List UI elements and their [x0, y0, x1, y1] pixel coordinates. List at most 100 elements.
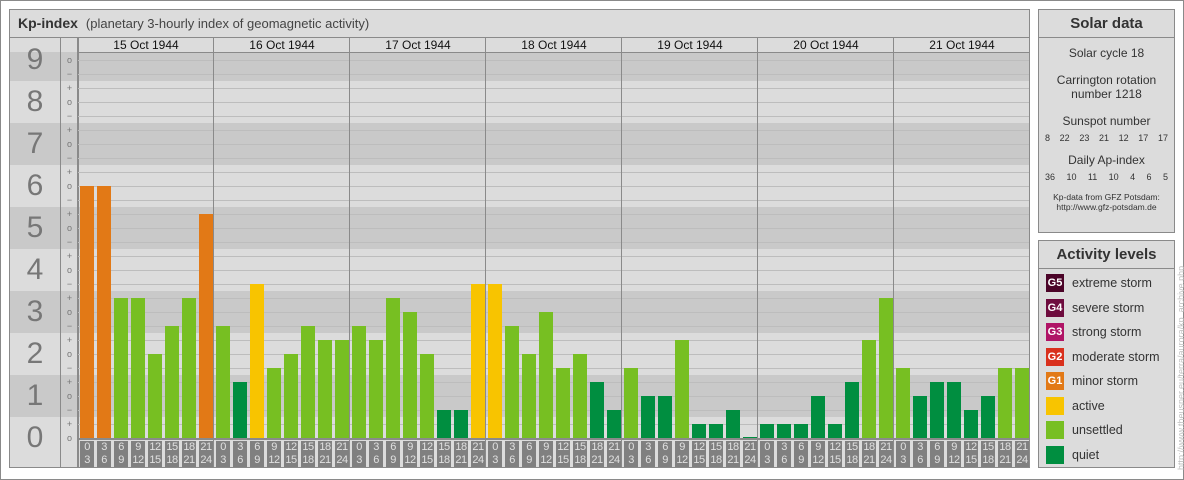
sub-tick-label: o [66, 391, 72, 401]
sub-tick-label: + [66, 293, 73, 303]
interval-start: 0 [356, 441, 362, 453]
interval-label: 18 21 [726, 441, 740, 467]
interval-end: 18 [846, 454, 858, 466]
interval-end: 9 [526, 454, 532, 466]
interval-end: 3 [84, 454, 90, 466]
interval-start: 18 [183, 441, 195, 453]
kp-bar [318, 340, 332, 438]
sub-tick-label: o [66, 307, 72, 317]
sub-tick-label: o [66, 265, 72, 275]
interval-start: 6 [254, 441, 260, 453]
sub-tick-label: − [66, 237, 73, 247]
kp-bar [454, 410, 468, 438]
interval-start: 15 [166, 441, 178, 453]
kp-bar [675, 340, 689, 438]
sunspot-value: 22 [1059, 133, 1070, 143]
interval-end: 3 [628, 454, 634, 466]
gridline [78, 270, 1029, 271]
interval-end: 12 [268, 454, 280, 466]
day-header: 16 Oct 1944 [249, 38, 315, 52]
day-divider [485, 38, 486, 467]
kp-bar [403, 312, 417, 438]
interval-start: 21 [336, 441, 348, 453]
interval-start: 9 [543, 441, 549, 453]
kp-bar [981, 396, 995, 438]
interval-end: 15 [965, 454, 977, 466]
legend-label: unsettled [1072, 423, 1123, 438]
interval-start: 6 [118, 441, 124, 453]
kp-bar [386, 298, 400, 438]
kp-bar [522, 354, 536, 438]
sub-tick-label: + [66, 209, 73, 219]
kp-bar [267, 368, 281, 438]
day-divider [349, 38, 350, 467]
sub-tick-label: − [66, 195, 73, 205]
sub-tick-label: + [66, 377, 73, 387]
interval-end: 3 [900, 454, 906, 466]
legend-label: strong storm [1072, 325, 1142, 340]
interval-end: 21 [183, 454, 195, 466]
interval-start: 12 [149, 441, 161, 453]
kp-bar [811, 396, 825, 438]
interval-label: 15 18 [709, 441, 723, 467]
sunspot-value: 17 [1157, 133, 1168, 143]
kp-bar [658, 396, 672, 438]
interval-start: 18 [319, 441, 331, 453]
kp-bar [743, 437, 757, 438]
interval-label: 12 15 [692, 441, 706, 467]
legend-swatch: G4 [1046, 298, 1064, 317]
interval-start: 12 [285, 441, 297, 453]
interval-start: 9 [679, 441, 685, 453]
legend-item: unsettled [1039, 418, 1174, 443]
gridline [78, 200, 1029, 201]
interval-start: 18 [455, 441, 467, 453]
interval-label: 18 21 [590, 441, 604, 467]
interval-start: 15 [710, 441, 722, 453]
ap-value: 6 [1146, 172, 1152, 182]
interval-start: 3 [373, 441, 379, 453]
ap-value: 4 [1130, 172, 1136, 182]
y-tick-label: 5 [26, 211, 44, 244]
sub-tick-label: + [66, 335, 73, 345]
legend-item: G5 extreme storm [1039, 271, 1174, 296]
day-header: 18 Oct 1944 [521, 38, 587, 52]
interval-label: 18 21 [182, 441, 196, 467]
interval-label: 18 21 [318, 441, 332, 467]
sunspot-value: 17 [1138, 133, 1149, 143]
interval-label: 9 12 [403, 441, 417, 467]
legend-label: severe storm [1072, 300, 1145, 315]
ap-value: 10 [1108, 172, 1119, 182]
sub-tick-label: − [66, 405, 73, 415]
interval-end: 12 [812, 454, 824, 466]
interval-label: 15 18 [573, 441, 587, 467]
gridline [78, 284, 1029, 285]
interval-start: 3 [917, 441, 923, 453]
y-tick-label: 4 [26, 253, 44, 286]
day-divider [757, 38, 758, 467]
kp-bar [573, 354, 587, 438]
legend-swatch: G5 [1046, 274, 1064, 293]
kp-bar [97, 186, 111, 438]
interval-start: 15 [438, 441, 450, 453]
interval-start: 0 [900, 441, 906, 453]
interval-label: 18 21 [454, 441, 468, 467]
interval-end: 24 [880, 454, 892, 466]
kp-bar [607, 410, 621, 438]
interval-end: 6 [781, 454, 787, 466]
chart-subtitle: (planetary 3-hourly index of geomagnetic… [85, 16, 370, 31]
kp-bar [80, 186, 94, 438]
gridline [78, 130, 1029, 131]
interval-end: 18 [438, 454, 450, 466]
y-tick-label: 1 [26, 379, 44, 412]
kp-bar [845, 382, 859, 438]
chart-title: Kp-index [18, 15, 78, 31]
interval-end: 9 [798, 454, 804, 466]
interval-label: 69 [794, 441, 808, 467]
interval-start: 15 [302, 441, 314, 453]
interval-label: 15 18 [437, 441, 451, 467]
y-tick-label: 2 [26, 337, 44, 370]
kp-bar [199, 214, 213, 438]
interval-end: 6 [645, 454, 651, 466]
day-header: 20 Oct 1944 [793, 38, 859, 52]
kp-bar [879, 298, 893, 438]
